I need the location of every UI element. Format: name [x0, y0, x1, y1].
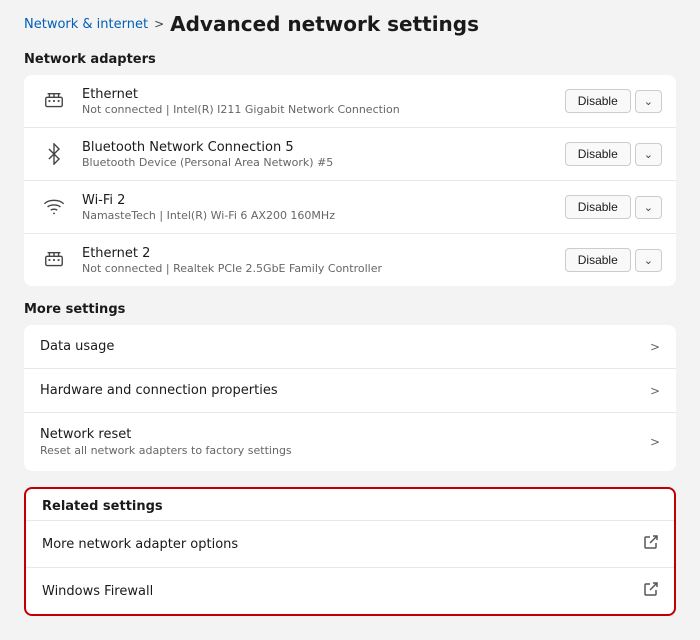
- network-adapters-section-title: Network adapters: [24, 52, 676, 67]
- bluetooth-icon: [38, 138, 70, 170]
- settings-item-data-usage-content: Data usage: [40, 339, 650, 354]
- disable-button-ethernet2[interactable]: Disable: [565, 248, 631, 272]
- wifi-icon: [38, 191, 70, 223]
- adapter-item-ethernet[interactable]: Ethernet Not connected | Intel(R) I211 G…: [24, 75, 676, 128]
- settings-item-data-usage-title: Data usage: [40, 339, 650, 354]
- breadcrumb-separator: >: [154, 17, 164, 31]
- adapter-name-bluetooth: Bluetooth Network Connection 5: [82, 140, 565, 155]
- settings-item-data-usage[interactable]: Data usage >: [24, 325, 676, 369]
- settings-item-hardware[interactable]: Hardware and connection properties >: [24, 369, 676, 413]
- adapter-info-ethernet2: Ethernet 2 Not connected | Realtek PCIe …: [82, 246, 565, 275]
- expand-button-ethernet2[interactable]: ⌄: [635, 249, 662, 272]
- breadcrumb-parent[interactable]: Network & internet: [24, 17, 148, 32]
- breadcrumb: Network & internet > Advanced network se…: [24, 12, 676, 36]
- adapter-controls-ethernet2: Disable ⌄: [565, 248, 662, 272]
- adapter-controls-bluetooth: Disable ⌄: [565, 142, 662, 166]
- adapter-name-ethernet2: Ethernet 2: [82, 246, 565, 261]
- external-link-icon-more-adapter: [644, 535, 658, 553]
- external-link-icon-firewall: [644, 582, 658, 600]
- expand-button-wifi2[interactable]: ⌄: [635, 196, 662, 219]
- settings-item-network-reset-title: Network reset: [40, 427, 650, 442]
- adapters-section: Ethernet Not connected | Intel(R) I211 G…: [24, 75, 676, 286]
- adapter-info-wifi2: Wi-Fi 2 NamasteTech | Intel(R) Wi-Fi 6 A…: [82, 193, 565, 222]
- adapter-desc-bluetooth: Bluetooth Device (Personal Area Network)…: [82, 156, 565, 169]
- settings-item-hardware-title: Hardware and connection properties: [40, 383, 650, 398]
- settings-item-network-reset-subtitle: Reset all network adapters to factory se…: [40, 444, 650, 457]
- settings-item-network-reset-content: Network reset Reset all network adapters…: [40, 427, 650, 457]
- more-settings-section: Data usage > Hardware and connection pro…: [24, 325, 676, 471]
- disable-button-wifi2[interactable]: Disable: [565, 195, 631, 219]
- adapter-desc-ethernet: Not connected | Intel(R) I211 Gigabit Ne…: [82, 103, 565, 116]
- ethernet-icon: [38, 85, 70, 117]
- related-item-windows-firewall[interactable]: Windows Firewall: [26, 568, 674, 614]
- more-settings-section-title: More settings: [24, 302, 676, 317]
- adapter-info-ethernet: Ethernet Not connected | Intel(R) I211 G…: [82, 87, 565, 116]
- disable-button-ethernet[interactable]: Disable: [565, 89, 631, 113]
- adapter-item-wifi2[interactable]: Wi-Fi 2 NamasteTech | Intel(R) Wi-Fi 6 A…: [24, 181, 676, 234]
- adapter-item-ethernet2[interactable]: Ethernet 2 Not connected | Realtek PCIe …: [24, 234, 676, 286]
- disable-button-bluetooth[interactable]: Disable: [565, 142, 631, 166]
- adapter-name-wifi2: Wi-Fi 2: [82, 193, 565, 208]
- adapter-item-bluetooth[interactable]: Bluetooth Network Connection 5 Bluetooth…: [24, 128, 676, 181]
- settings-item-network-reset[interactable]: Network reset Reset all network adapters…: [24, 413, 676, 471]
- expand-button-ethernet[interactable]: ⌄: [635, 90, 662, 113]
- chevron-right-icon-data-usage: >: [650, 340, 660, 354]
- adapter-name-ethernet: Ethernet: [82, 87, 565, 102]
- adapter-desc-wifi2: NamasteTech | Intel(R) Wi-Fi 6 AX200 160…: [82, 209, 565, 222]
- adapter-controls-ethernet: Disable ⌄: [565, 89, 662, 113]
- expand-button-bluetooth[interactable]: ⌄: [635, 143, 662, 166]
- ethernet2-icon: [38, 244, 70, 276]
- related-item-more-adapter[interactable]: More network adapter options: [26, 521, 674, 568]
- chevron-right-icon-network-reset: >: [650, 435, 660, 449]
- adapter-controls-wifi2: Disable ⌄: [565, 195, 662, 219]
- settings-item-hardware-content: Hardware and connection properties: [40, 383, 650, 398]
- page-title: Advanced network settings: [170, 12, 479, 36]
- related-item-windows-firewall-title: Windows Firewall: [42, 584, 644, 599]
- adapter-info-bluetooth: Bluetooth Network Connection 5 Bluetooth…: [82, 140, 565, 169]
- chevron-right-icon-hardware: >: [650, 384, 660, 398]
- related-settings-section-title: Related settings: [26, 489, 674, 521]
- related-settings-section: Related settings More network adapter op…: [24, 487, 676, 616]
- adapter-desc-ethernet2: Not connected | Realtek PCIe 2.5GbE Fami…: [82, 262, 565, 275]
